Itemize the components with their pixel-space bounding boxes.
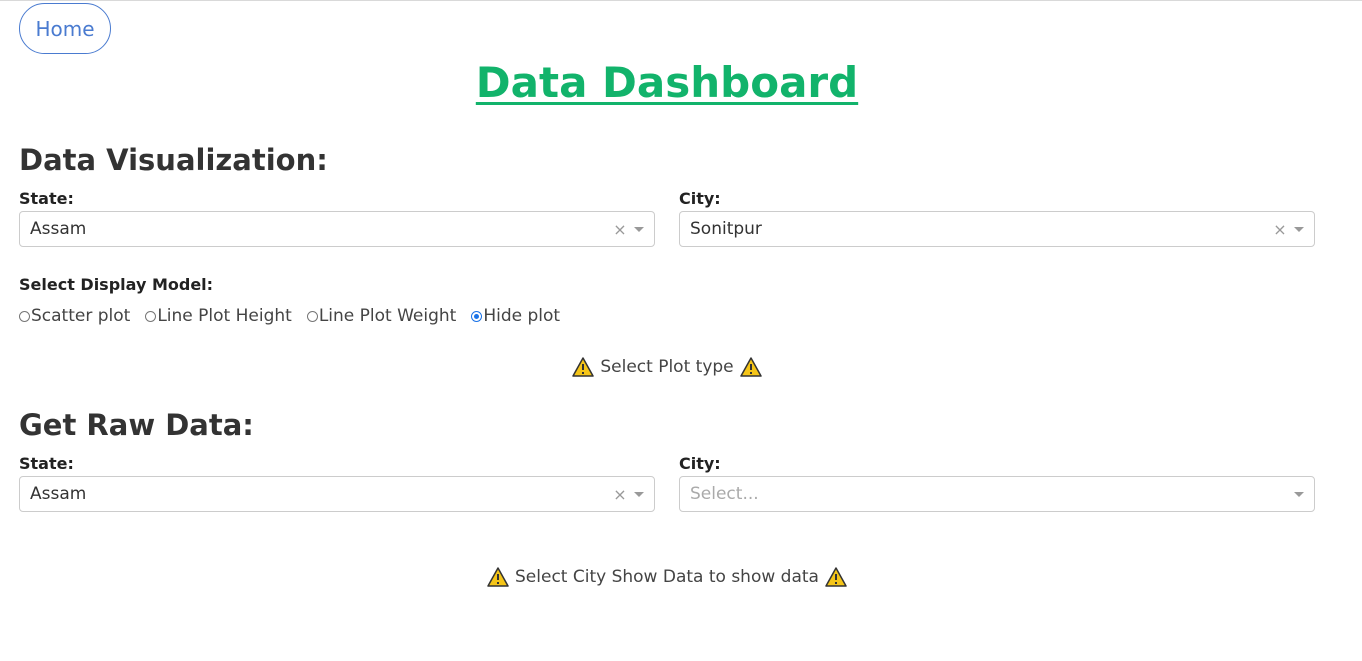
- clear-icon[interactable]: ×: [612, 220, 628, 239]
- warning-icon: [572, 357, 595, 377]
- plot-notice: Select Plot type: [0, 357, 1334, 377]
- viz-city-label: City:: [679, 189, 721, 208]
- chevron-down-icon[interactable]: [634, 491, 644, 497]
- radio-line-plot-weight[interactable]: Line Plot Weight: [306, 306, 457, 326]
- radio-scatter-plot[interactable]: Scatter plot: [19, 306, 130, 326]
- radio-label: Line Plot Weight: [318, 306, 457, 326]
- viz-city-select[interactable]: Sonitpur ×: [679, 211, 1315, 247]
- clear-icon[interactable]: ×: [612, 485, 628, 504]
- radio-button[interactable]: [471, 310, 483, 322]
- display-model-radio-group: Scatter plot Line Plot Height Line Plot …: [19, 306, 575, 326]
- viz-state-select[interactable]: Assam ×: [19, 211, 655, 247]
- radio-button[interactable]: [306, 310, 318, 322]
- raw-city-label: City:: [679, 454, 721, 473]
- radio-line-plot-height[interactable]: Line Plot Height: [145, 306, 292, 326]
- viz-state-label: State:: [19, 189, 74, 208]
- raw-state-value: Assam: [30, 484, 87, 504]
- warning-icon: [739, 357, 762, 377]
- warning-icon: [487, 567, 509, 587]
- chevron-down-icon[interactable]: [634, 226, 644, 232]
- chevron-down-icon[interactable]: [1294, 491, 1304, 497]
- radio-label: Scatter plot: [31, 306, 131, 326]
- raw-data-notice-text: Select City Show Data to show data: [515, 567, 819, 587]
- warning-icon: [825, 567, 847, 587]
- home-button[interactable]: Home: [19, 3, 111, 54]
- clear-icon[interactable]: ×: [1272, 220, 1288, 239]
- page: Home Data Dashboard Data Visualization: …: [0, 0, 1362, 661]
- radio-hide-plot[interactable]: Hide plot: [471, 306, 560, 326]
- raw-state-select[interactable]: Assam ×: [19, 476, 655, 512]
- raw-city-select[interactable]: Select...: [679, 476, 1315, 512]
- radio-button[interactable]: [19, 310, 30, 322]
- visualization-heading: Data Visualization:: [19, 143, 328, 177]
- radio-label: Hide plot: [483, 306, 561, 326]
- radio-button[interactable]: [145, 310, 157, 322]
- plot-notice-text: Select Plot type: [600, 357, 734, 377]
- raw-state-label: State:: [19, 454, 74, 473]
- raw-city-placeholder: Select...: [690, 484, 759, 504]
- chevron-down-icon[interactable]: [1294, 226, 1304, 232]
- radio-label: Line Plot Height: [157, 306, 292, 326]
- page-title: Data Dashboard: [475, 58, 859, 107]
- display-model-label: Select Display Model:: [19, 275, 214, 294]
- raw-data-notice: Select City Show Data to show data: [0, 567, 1334, 587]
- viz-state-value: Assam: [30, 219, 87, 239]
- raw-data-heading: Get Raw Data:: [19, 408, 254, 442]
- viz-city-value: Sonitpur: [690, 219, 762, 239]
